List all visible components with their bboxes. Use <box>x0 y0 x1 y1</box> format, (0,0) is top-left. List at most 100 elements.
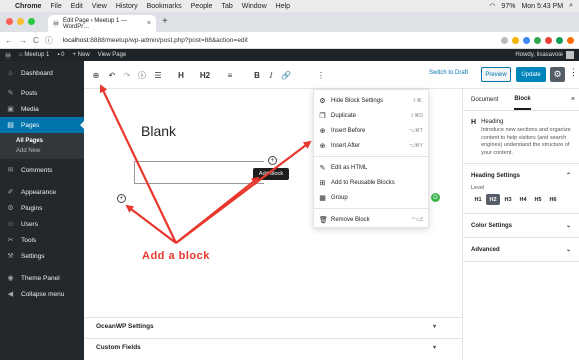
star-icon[interactable] <box>501 36 508 44</box>
close-window-icon[interactable] <box>6 18 13 25</box>
menu-tab[interactable]: Tab <box>221 3 232 10</box>
level-h5-button[interactable]: H5 <box>531 194 545 205</box>
wordpress-logo-icon[interactable]: Ⓦ <box>5 51 11 60</box>
submenu-all-pages[interactable]: All Pages <box>0 136 84 146</box>
sidebar-item-theme-panel[interactable]: ◉ Theme Panel <box>0 270 84 286</box>
menu-item-hide-block-settings[interactable]: ⚙ Hide Block Settings ⇧⌘, <box>314 93 428 108</box>
level-h3-button[interactable]: H3 <box>501 194 515 205</box>
admin-bar-site[interactable]: ⌂ Meetup 1 <box>19 52 49 58</box>
menu-item-insert-after[interactable]: ⊕ Insert After ⌥⌘Y <box>314 138 428 153</box>
extension-icon[interactable] <box>545 36 552 44</box>
sidebar-item-appearance[interactable]: ✐ Appearance <box>0 184 84 200</box>
link-icon[interactable]: 🔗 <box>280 68 292 82</box>
level-h6-button[interactable]: H6 <box>546 194 560 205</box>
menu-item-duplicate[interactable]: ❐ Duplicate ⇧⌘D <box>314 108 428 123</box>
menu-people[interactable]: People <box>191 3 213 10</box>
sidebar-item-settings[interactable]: ⚒ Settings <box>0 248 84 264</box>
menu-chrome[interactable]: Chrome <box>15 3 41 10</box>
admin-bar-comments[interactable]: ▪ 0 <box>57 52 64 58</box>
advanced-toggle[interactable]: Advanced ⌄ <box>463 238 579 262</box>
menu-history[interactable]: History <box>116 3 138 10</box>
menu-item-remove-block[interactable]: 🗑 Remove Block ^⌥Z <box>314 212 428 227</box>
close-icon[interactable]: × <box>571 96 575 103</box>
settings-gear-icon[interactable]: ⚙ <box>550 67 565 82</box>
sidebar-item-collapse[interactable]: ◀ Collapse menu <box>0 286 84 302</box>
admin-bar-new[interactable]: + New <box>72 52 89 58</box>
menu-view[interactable]: View <box>92 3 107 10</box>
undo-icon[interactable]: ↶ <box>106 68 118 82</box>
menu-window[interactable]: Window <box>242 3 267 10</box>
align-icon[interactable]: ≡ <box>224 68 236 82</box>
heading-settings-toggle[interactable]: Heading Settings ⌃ <box>463 164 579 187</box>
extension-icon[interactable] <box>556 36 563 44</box>
editor-more-icon[interactable]: ⋮ <box>569 67 578 78</box>
sidebar-item-comments[interactable]: ✉ Comments <box>0 162 84 178</box>
color-settings-toggle[interactable]: Color Settings ⌄ <box>463 214 579 238</box>
switch-to-draft-button[interactable]: Switch to Draft <box>429 70 468 76</box>
tab-document[interactable]: Document <box>471 97 498 103</box>
menu-item-insert-before[interactable]: ⊕ Insert Before ⌥⌘T <box>314 123 428 138</box>
redo-icon[interactable]: ↷ <box>121 68 133 82</box>
level-h1-button[interactable]: H1 <box>471 194 485 205</box>
chevron-down-icon[interactable]: ▾ <box>433 344 436 351</box>
appearance-icon: ✐ <box>7 189 14 196</box>
italic-button[interactable]: I <box>266 68 276 82</box>
tab-block[interactable]: Block <box>514 89 531 110</box>
menu-file[interactable]: File <box>50 3 61 10</box>
add-block-icon[interactable]: ⊕ <box>90 68 102 82</box>
reload-icon[interactable]: C <box>33 36 39 45</box>
inserter-plus-icon[interactable]: + <box>268 156 277 165</box>
submenu-add-new[interactable]: Add New <box>0 146 84 156</box>
sidebar-item-users[interactable]: ☺ Users <box>0 216 84 232</box>
more-options-icon[interactable]: ⋮ <box>316 68 326 82</box>
browser-tab[interactable]: Ⓦ Edit Page ‹ Meetup 1 — WordPr… × <box>48 15 156 32</box>
sidebar-item-posts[interactable]: ✎ Posts <box>0 85 84 101</box>
menu-edit[interactable]: Edit <box>71 3 83 10</box>
menu-item-add-to-reusable[interactable]: ⊞ Add to Reusable Blocks <box>314 175 428 190</box>
preview-button[interactable]: Preview <box>481 67 511 82</box>
clock[interactable]: Mon 5:43 PM <box>521 3 563 10</box>
block-type-heading-icon[interactable]: H <box>174 68 188 82</box>
level-h2-button[interactable]: H2 <box>486 194 500 205</box>
sidebar-item-dashboard[interactable]: ⌂ Dashboard <box>0 65 84 81</box>
sidebar-item-pages[interactable]: ▤ Pages <box>0 117 84 133</box>
admin-bar-view-page[interactable]: View Page <box>98 52 127 58</box>
menu-help[interactable]: Help <box>276 3 290 10</box>
extension-icon[interactable] <box>534 36 541 44</box>
chevron-down-icon[interactable]: ▾ <box>433 323 436 330</box>
menu-item-edit-as-html[interactable]: ✎ Edit as HTML <box>314 160 428 175</box>
level-h4-button[interactable]: H4 <box>516 194 530 205</box>
outline-icon[interactable]: ☰ <box>152 68 164 82</box>
back-icon[interactable]: ← <box>5 36 13 45</box>
menu-item-group[interactable]: ▦ Group <box>314 190 428 205</box>
metabox-oceanwp[interactable]: OceanWP Settings ▾ <box>84 317 462 335</box>
wifi-icon[interactable]: ◠ <box>489 2 495 10</box>
sidebar-item-tools[interactable]: ✂ Tools <box>0 232 84 248</box>
admin-bar-account[interactable]: Howdy, lisasavoie <box>515 51 574 59</box>
menu-bookmarks[interactable]: Bookmarks <box>147 3 182 10</box>
sidebar-item-plugins[interactable]: ⚙ Plugins <box>0 200 84 216</box>
extension-icon[interactable] <box>523 36 530 44</box>
battery-percent[interactable]: 97% <box>501 3 515 10</box>
update-button[interactable]: Update <box>516 67 546 82</box>
url-field[interactable]: localhost:8888/meetup/wp-admin/post.php?… <box>63 37 248 44</box>
grammarly-icon[interactable]: G <box>431 193 440 202</box>
metabox-custom-fields[interactable]: Custom Fields ▾ <box>84 338 462 356</box>
page-title[interactable]: Blank <box>141 123 176 139</box>
sidebar-item-media[interactable]: ▣ Media <box>0 101 84 117</box>
selected-block[interactable] <box>134 161 264 184</box>
forward-icon[interactable]: → <box>19 36 27 45</box>
inserter-plus-icon[interactable]: + <box>117 194 126 203</box>
search-icon[interactable]: ⌕ <box>569 2 573 10</box>
new-tab-button[interactable]: + <box>162 16 168 27</box>
extension-icon[interactable] <box>512 36 519 44</box>
profile-icon[interactable] <box>567 36 574 44</box>
menu-item-label: Group <box>331 194 348 201</box>
info-icon[interactable]: ⓘ <box>136 68 148 82</box>
maximize-window-icon[interactable] <box>28 18 35 25</box>
heading-level-button[interactable]: H2 <box>197 68 213 82</box>
info-icon[interactable]: ⓘ <box>45 35 53 46</box>
close-tab-icon[interactable]: × <box>147 20 151 27</box>
minimize-window-icon[interactable] <box>17 18 24 25</box>
bold-button[interactable]: B <box>252 68 262 82</box>
